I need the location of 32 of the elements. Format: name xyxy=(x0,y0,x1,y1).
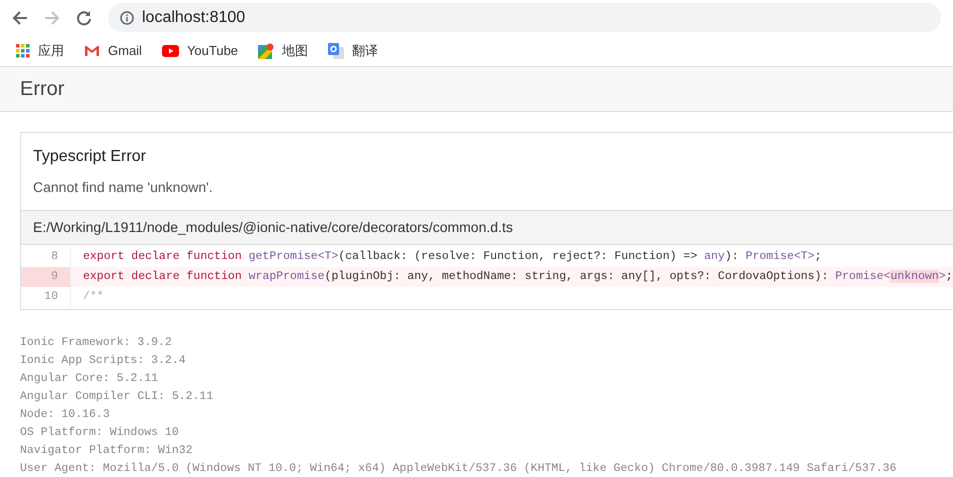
line-number: 9 xyxy=(21,267,71,287)
code-line: export declare function getPromise<T>(callback: (resolve: Function, reject?: Function) => any): Promise<T>; xyxy=(82,249,822,266)
reload-icon[interactable] xyxy=(76,10,92,26)
mail-icon xyxy=(84,44,100,56)
info-icon xyxy=(120,10,134,24)
environment-info: Ionic Framework: 3.9.2 xyxy=(20,335,173,351)
code-line: /** xyxy=(82,289,104,306)
environment-info: OS Platform: Windows 10 xyxy=(20,425,180,441)
bookmark-link[interactable]: 翻译 xyxy=(328,40,378,60)
environment-info: User Agent: Mozilla/5.0 (Windows NT 10.0; Win64; x64) AppleWebKit/537.36 (KHTML, like Gecko) Chrome/80.0.3987.149 Safari/537.36 xyxy=(20,461,898,477)
bookmark-link[interactable]: YouTube xyxy=(162,40,238,60)
address-bar[interactable]: localhost:8100 xyxy=(108,3,941,32)
line-number: 10 xyxy=(21,287,71,307)
play-icon xyxy=(162,44,179,56)
header-title: Error xyxy=(20,77,64,102)
environment-info: Angular Core: 5.2.11 xyxy=(20,371,160,387)
environment-info: Navigator Platform: Win32 xyxy=(20,443,194,459)
bookmark-link[interactable]: 地图 xyxy=(258,40,308,60)
error-message: Cannot find name 'unknown'. xyxy=(33,178,214,197)
environment-info: Node: 10.16.3 xyxy=(20,407,111,423)
translate-icon xyxy=(328,42,344,58)
bookmark-link[interactable]: Gmail xyxy=(84,40,142,60)
back-icon[interactable] xyxy=(12,10,28,26)
url-text: localhost:8100 xyxy=(142,8,246,28)
code-line: export declare function wrapPromise(pluginObj: any, methodName: string, args: any[], opts?: CordovaOptions): Promise<unknown>; xyxy=(82,269,953,286)
error-title: Typescript Error xyxy=(33,147,147,167)
map-icon xyxy=(258,42,274,58)
file-path: E:/Working/L1911/node_modules/@ionic-native/core/decorators/common.d.ts xyxy=(21,210,953,245)
apps-grid-icon xyxy=(16,44,30,58)
environment-info: Ionic App Scripts: 3.2.4 xyxy=(20,353,187,369)
environment-info: Angular Compiler CLI: 5.2.11 xyxy=(20,389,214,405)
bookmark-link[interactable]: 应用 xyxy=(16,40,64,60)
